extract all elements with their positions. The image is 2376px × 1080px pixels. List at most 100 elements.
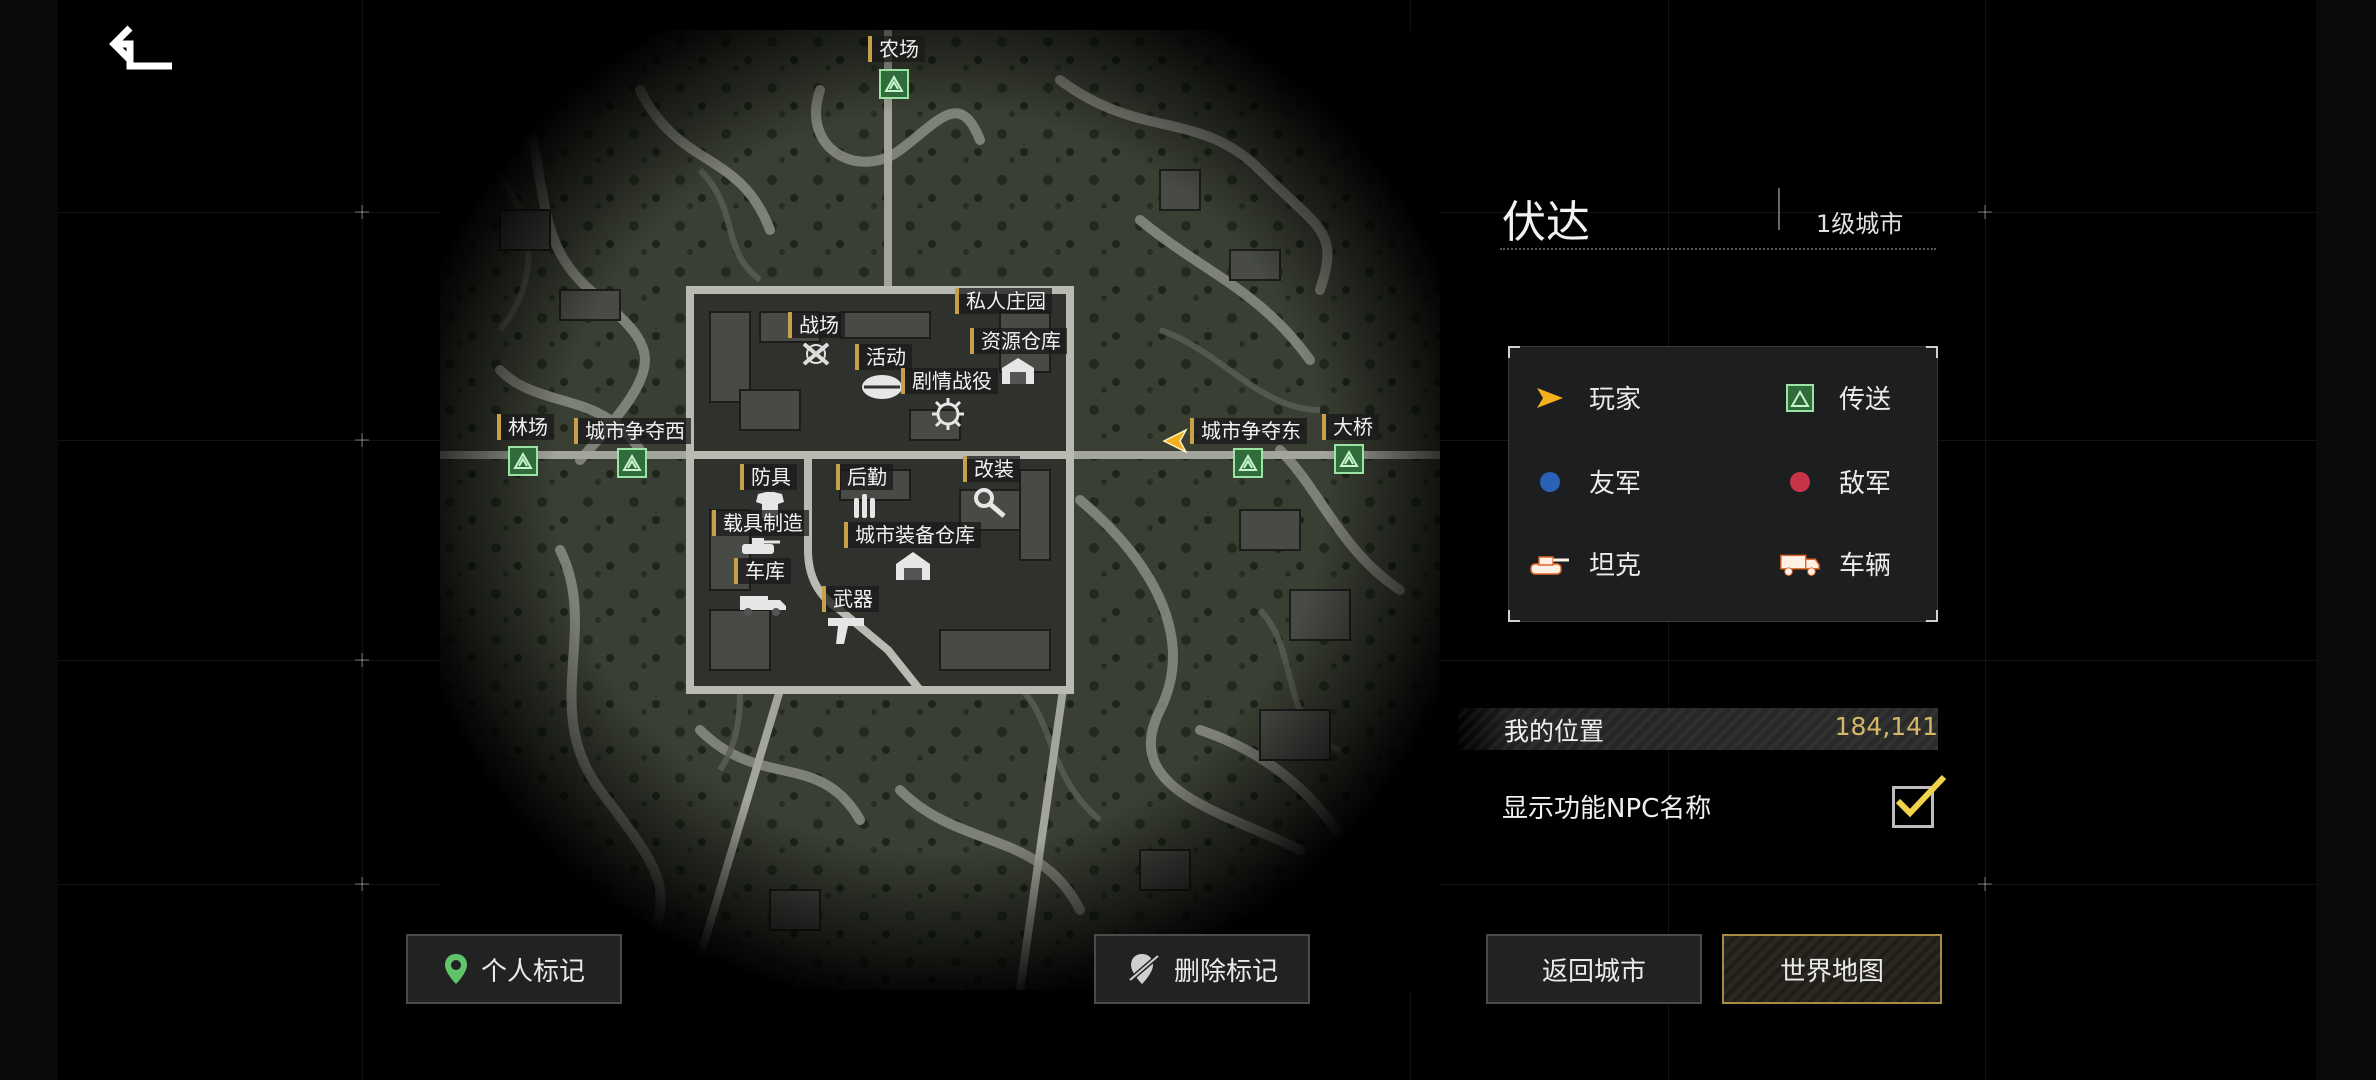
poi-activity[interactable]: 活动 — [855, 344, 912, 370]
grid-cross — [355, 653, 369, 667]
delete-pin-icon — [1126, 952, 1162, 986]
teleport-icon[interactable] — [879, 69, 909, 99]
pistol-icon[interactable] — [826, 614, 868, 646]
legend-tank: 坦克 — [1529, 545, 1641, 582]
map-legend: 玩家 传送 友军 敌军 坦克 车辆 — [1508, 346, 1938, 622]
truck-icon — [1779, 549, 1821, 579]
back-button[interactable] — [108, 24, 180, 76]
grid-cross — [1978, 877, 1992, 891]
button-label: 个人标记 — [480, 956, 585, 987]
npc-name-toggle-label: 显示功能NPC名称 — [1502, 794, 1712, 824]
poi-label: 农场 — [868, 36, 925, 62]
ally-dot-icon — [1529, 467, 1571, 497]
return-city-button[interactable]: 返回城市 — [1486, 934, 1702, 1004]
poi-battlefield[interactable]: 战场 — [788, 312, 845, 338]
legend-label: 车辆 — [1839, 551, 1892, 581]
location-pin-icon — [443, 952, 469, 986]
battlefield-icon[interactable] — [798, 338, 834, 370]
city-level: 1级城市 — [1816, 210, 1904, 238]
map-terrain — [440, 30, 1440, 990]
story-campaign-icon[interactable] — [930, 396, 966, 432]
poi-label: 城市争夺东 — [1190, 418, 1307, 444]
grid-cross — [1978, 205, 1992, 219]
grid-line — [362, 0, 363, 1080]
personal-mark-button[interactable]: 个人标记 — [406, 934, 622, 1004]
city-name: 伏达 — [1502, 197, 1590, 248]
poi-label: 战场 — [788, 312, 845, 338]
warehouse-icon[interactable] — [998, 354, 1038, 388]
poi-label: 载具制造 — [712, 510, 809, 536]
button-label: 返回城市 — [1541, 956, 1646, 987]
legend-teleport: 传送 — [1779, 379, 1891, 416]
divider — [1778, 188, 1780, 230]
teleport-icon — [1779, 383, 1821, 413]
poi-label: 车库 — [734, 558, 791, 584]
poi-manor[interactable]: 私人庄园 — [955, 288, 1052, 314]
grid-cross — [355, 433, 369, 447]
poi-label: 剧情战役 — [901, 368, 998, 394]
legend-label: 敌军 — [1839, 469, 1892, 499]
npc-name-checkbox[interactable] — [1892, 774, 1947, 828]
legend-label: 友军 — [1589, 469, 1642, 499]
poi-bridge[interactable]: 大桥 — [1322, 414, 1379, 440]
poi-label: 林场 — [497, 414, 554, 440]
poi-label: 改装 — [963, 456, 1020, 482]
poi-story-campaign[interactable]: 剧情战役 — [901, 368, 998, 394]
poi-label: 私人庄园 — [955, 288, 1052, 314]
button-label: 世界地图 — [1779, 956, 1884, 987]
legend-vehicle: 车辆 — [1779, 545, 1891, 582]
player-arrow-icon — [1529, 383, 1571, 413]
grid-cross — [355, 877, 369, 891]
poi-label: 活动 — [855, 344, 912, 370]
teleport-icon[interactable] — [617, 448, 647, 478]
poi-modification[interactable]: 改装 — [963, 456, 1020, 482]
grid-cross — [355, 205, 369, 219]
legend-player: 玩家 — [1529, 379, 1641, 416]
logistics-icon[interactable] — [850, 490, 880, 520]
legend-label: 坦克 — [1589, 551, 1642, 581]
poi-label: 后勤 — [836, 464, 893, 490]
teleport-icon[interactable] — [508, 446, 538, 476]
poi-armor[interactable]: 防具 — [740, 464, 797, 490]
poi-label: 城市争夺西 — [574, 418, 691, 444]
poi-logistics[interactable]: 后勤 — [836, 464, 893, 490]
equipment-warehouse-icon[interactable] — [892, 548, 934, 584]
back-arrow-icon — [109, 25, 172, 70]
city-map[interactable] — [440, 30, 1440, 990]
poi-city-west[interactable]: 城市争夺西 — [574, 418, 691, 444]
delete-mark-button[interactable]: 删除标记 — [1094, 934, 1310, 1004]
button-label: 删除标记 — [1173, 956, 1278, 987]
poi-city-east[interactable]: 城市争夺东 — [1190, 418, 1307, 444]
poi-forest[interactable]: 林场 — [497, 414, 554, 440]
legend-label: 玩家 — [1589, 385, 1642, 415]
poi-garage[interactable]: 车库 — [734, 558, 791, 584]
divider — [1500, 248, 1936, 250]
modification-icon[interactable] — [970, 484, 1010, 520]
poi-label: 大桥 — [1322, 414, 1379, 440]
enemy-dot-icon — [1779, 467, 1821, 497]
world-map-button[interactable]: 世界地图 — [1722, 934, 1942, 1004]
my-position-label: 我的位置 — [1504, 717, 1605, 746]
player-marker-icon — [1162, 428, 1188, 454]
checkmark-icon — [1895, 774, 1947, 818]
vehicle-manufacture-icon[interactable] — [738, 536, 782, 558]
poi-resource-warehouse[interactable]: 资源仓库 — [970, 328, 1067, 354]
poi-city-equipment-warehouse[interactable]: 城市装备仓库 — [844, 522, 981, 548]
my-position-value: 184,141 — [1834, 712, 1938, 741]
poi-label: 城市装备仓库 — [844, 522, 981, 548]
poi-weapon[interactable]: 武器 — [822, 586, 879, 612]
legend-label: 传送 — [1839, 385, 1892, 415]
poi-vehicle-manufacture[interactable]: 载具制造 — [712, 510, 809, 536]
grid-line — [1985, 0, 1986, 1080]
garage-icon[interactable] — [738, 590, 788, 616]
legend-ally: 友军 — [1529, 463, 1641, 500]
poi-label: 武器 — [822, 586, 879, 612]
teleport-icon[interactable] — [1233, 448, 1263, 478]
legend-enemy: 敌军 — [1779, 463, 1891, 500]
tank-icon — [1529, 549, 1571, 579]
poi-farm[interactable]: 农场 — [868, 36, 925, 62]
activity-icon[interactable] — [860, 372, 904, 402]
poi-label: 资源仓库 — [970, 328, 1067, 354]
teleport-icon[interactable] — [1334, 444, 1364, 474]
poi-label: 防具 — [740, 464, 797, 490]
